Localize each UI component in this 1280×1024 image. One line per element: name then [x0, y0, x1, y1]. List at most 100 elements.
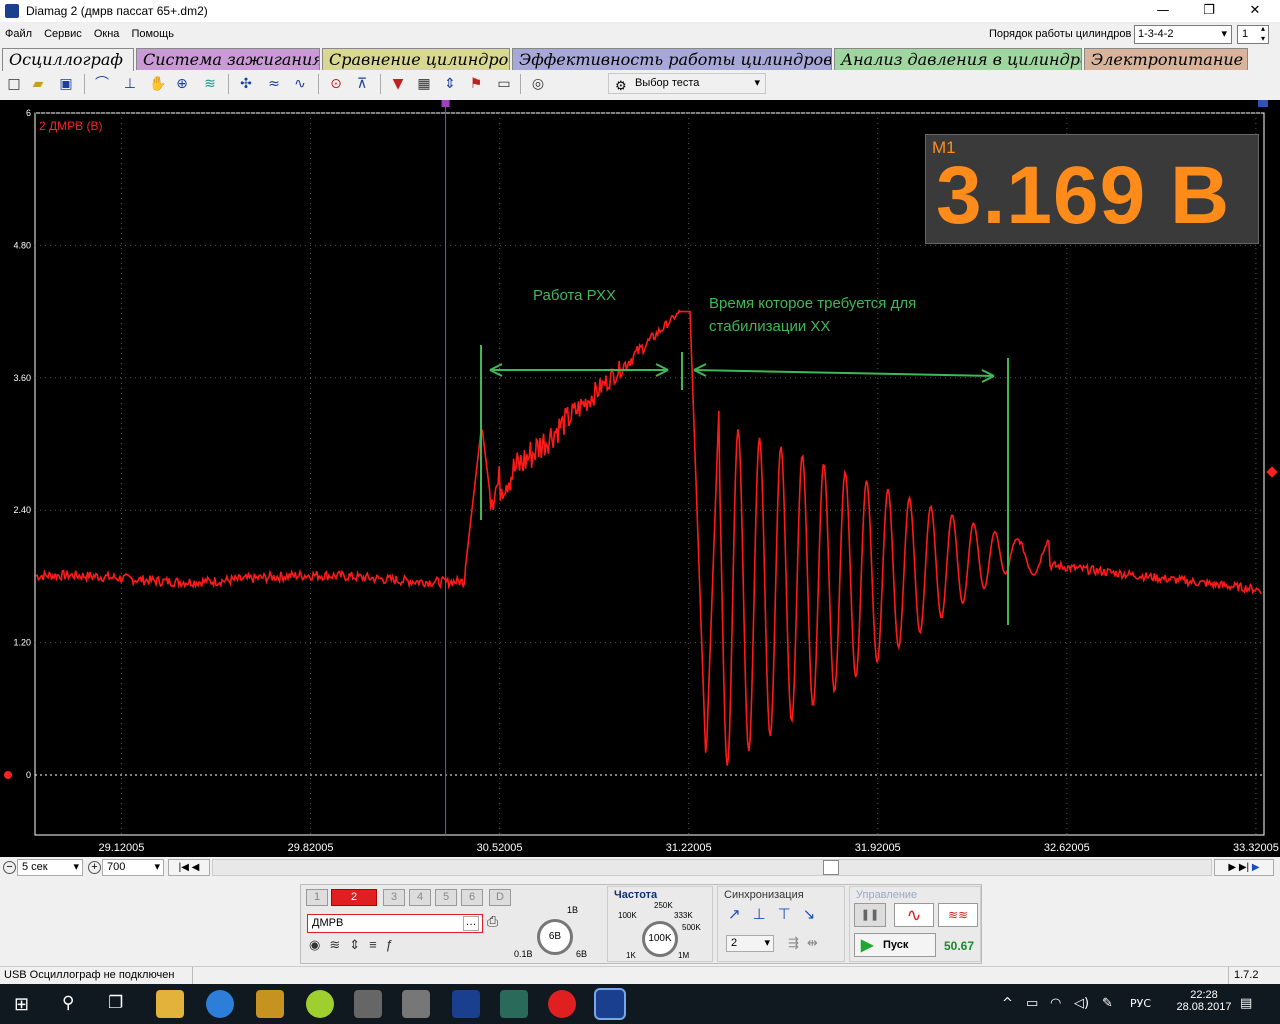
- y-tick-label: 4.80: [13, 240, 31, 250]
- taskbar: ⊞ ⚲ ❐ ^ ▭ ◠ ◁) ✎ РУС 22:28 28.08.2017 ▤: [0, 984, 1280, 1024]
- clock[interactable]: 22:28 28.08.2017: [1174, 989, 1234, 1013]
- language-indicator[interactable]: РУС: [1130, 997, 1151, 1010]
- tab-cylinder-pressure[interactable]: Анализ давления в цилиндре: [834, 48, 1082, 70]
- search-icon[interactable]: ⚲: [62, 993, 74, 1013]
- tab-power[interactable]: Электропитание: [1084, 48, 1248, 70]
- sync-mode-icons[interactable]: ⇶⇹: [788, 935, 826, 951]
- sync-edge-icons[interactable]: ↗⊥⊤↘: [728, 905, 827, 923]
- probe-icon[interactable]: ⎙: [487, 913, 498, 930]
- scroll-end-button[interactable]: ▶ ▶| ▶: [1214, 859, 1274, 876]
- time-scrollbar[interactable]: [212, 859, 1212, 876]
- new-file-icon[interactable]: □: [4, 74, 24, 94]
- menu-help[interactable]: Помощь: [131, 28, 174, 40]
- flag-icon[interactable]: ⚑: [466, 74, 486, 94]
- test-select[interactable]: ⚙ Выбор теста ▾: [608, 73, 766, 94]
- channel-5-button[interactable]: 5: [435, 889, 457, 906]
- battery-icon[interactable]: ▭: [1026, 996, 1038, 1011]
- zoom-in-icon[interactable]: +: [88, 861, 101, 874]
- tab-ignition[interactable]: Система зажигания: [136, 48, 320, 70]
- zero-level-marker[interactable]: [4, 771, 12, 779]
- multi-wave-button[interactable]: ≋≋: [938, 903, 978, 927]
- channel-more-button[interactable]: …: [463, 916, 479, 931]
- app-icon: [5, 4, 19, 18]
- pen-icon[interactable]: ✎: [1102, 996, 1113, 1011]
- channel-3-button[interactable]: 3: [383, 889, 405, 906]
- save-icon[interactable]: ▣: [56, 74, 76, 94]
- channel-4-button[interactable]: 4: [409, 889, 431, 906]
- control-label: Управление: [856, 889, 918, 901]
- filter-icon[interactable]: ≋: [200, 74, 220, 94]
- menu-windows[interactable]: Окна: [94, 28, 120, 40]
- diamag-active-icon[interactable]: [594, 988, 626, 1020]
- y-tick-label: 0: [26, 770, 31, 780]
- close-button[interactable]: ✕: [1232, 0, 1278, 22]
- notifications-icon[interactable]: ▤: [1240, 996, 1252, 1011]
- voltage-knob[interactable]: 6В: [537, 919, 573, 955]
- start-button[interactable]: ▶ Пуск: [854, 933, 936, 957]
- cursor-icon[interactable]: ⌒: [92, 74, 112, 94]
- channel-6-button[interactable]: 6: [461, 889, 483, 906]
- menu-file[interactable]: Файл: [5, 28, 32, 40]
- zoom-out-icon[interactable]: −: [3, 861, 16, 874]
- maximize-button[interactable]: ❐: [1186, 0, 1232, 22]
- x-tick-label: 30.52005: [477, 842, 523, 854]
- tab-cylinder-compare[interactable]: Сравнение цилиндров: [322, 48, 510, 70]
- measure-icon[interactable]: ⊥: [120, 74, 140, 94]
- sine-mode-button[interactable]: ∿: [894, 903, 934, 927]
- channel-tools[interactable]: ◉≋⇕≡ƒ: [309, 937, 489, 953]
- zoom-icon[interactable]: ⊕: [172, 74, 192, 94]
- scroll-start-button[interactable]: |◀ ◀: [168, 859, 210, 876]
- frequency-knob[interactable]: 100K: [642, 921, 678, 957]
- wave-compare-icon[interactable]: ∿: [290, 74, 310, 94]
- auto-scale-icon[interactable]: ⊙: [326, 74, 346, 94]
- app-icon-chip[interactable]: [354, 990, 382, 1018]
- channel-d-button[interactable]: D: [489, 889, 511, 906]
- freq-opt-1k: 1K: [626, 951, 636, 960]
- wave-cursor-icon[interactable]: ✣: [236, 74, 256, 94]
- diamag-icon[interactable]: [452, 990, 480, 1018]
- channel-1-button[interactable]: 1: [306, 889, 328, 906]
- tab-cylinder-efficiency[interactable]: Эффективность работы цилиндров: [512, 48, 832, 70]
- volume-icon[interactable]: ◁): [1074, 996, 1089, 1011]
- opera-icon[interactable]: [548, 990, 576, 1018]
- time-per-div-select[interactable]: 5 сек ▾: [17, 859, 83, 876]
- zoom-select[interactable]: 700 ▾: [102, 859, 164, 876]
- windows-start-icon[interactable]: ⊞: [14, 995, 32, 1013]
- hand-icon[interactable]: ✋: [148, 74, 168, 94]
- tray-up-icon[interactable]: ^: [1002, 996, 1013, 1011]
- tab-oscilloscope[interactable]: Осциллограф: [2, 48, 134, 71]
- table-icon[interactable]: ▦: [414, 74, 434, 94]
- app-icon-tool[interactable]: [402, 990, 430, 1018]
- scroll-thumb[interactable]: [823, 860, 839, 875]
- pause-button[interactable]: ❚❚: [854, 903, 886, 927]
- auto-icon[interactable]: ◎: [528, 74, 548, 94]
- marker-filter-icon[interactable]: ▼: [388, 74, 408, 94]
- document-icon[interactable]: ▭: [494, 74, 514, 94]
- minimize-button[interactable]: —: [1140, 0, 1186, 22]
- app-icon-bee[interactable]: [256, 990, 284, 1018]
- sample-rate: 50.67: [944, 939, 975, 953]
- channel-name-input[interactable]: ДМРВ: [307, 914, 483, 933]
- zero-icon[interactable]: ⊼: [352, 74, 372, 94]
- channel-2-button[interactable]: 2: [331, 889, 377, 906]
- wave-stack-icon[interactable]: ≈: [264, 74, 284, 94]
- version: 1.7.2: [1234, 969, 1259, 981]
- cylinder-number-spinner[interactable]: 1 ▴ ▾: [1237, 24, 1269, 44]
- oscillograph-icon[interactable]: [500, 990, 528, 1018]
- sync-channel-select[interactable]: 2 ▾: [726, 935, 774, 952]
- status-bar: USB Осциллограф не подключен 1.7.2: [0, 966, 1280, 984]
- x-tick-label: 29.12005: [99, 842, 145, 854]
- y-tick-label: 1.20: [13, 638, 31, 648]
- browser-icon[interactable]: [206, 990, 234, 1018]
- x-tick-label: 33.32005: [1233, 842, 1279, 854]
- y-tick-label: 2.40: [13, 505, 31, 515]
- app-icon-plus[interactable]: [306, 990, 334, 1018]
- split-icon[interactable]: ⇕: [440, 74, 460, 94]
- network-icon[interactable]: ◠: [1050, 996, 1061, 1011]
- menu-service[interactable]: Сервис: [44, 28, 82, 40]
- frequency-label: Частота: [614, 889, 658, 901]
- file-explorer-icon[interactable]: [156, 990, 184, 1018]
- cylinder-order-select[interactable]: 1-3-4-2 ▾: [1134, 25, 1232, 44]
- open-folder-icon[interactable]: ▰: [28, 74, 48, 94]
- task-view-icon[interactable]: ❐: [108, 993, 123, 1013]
